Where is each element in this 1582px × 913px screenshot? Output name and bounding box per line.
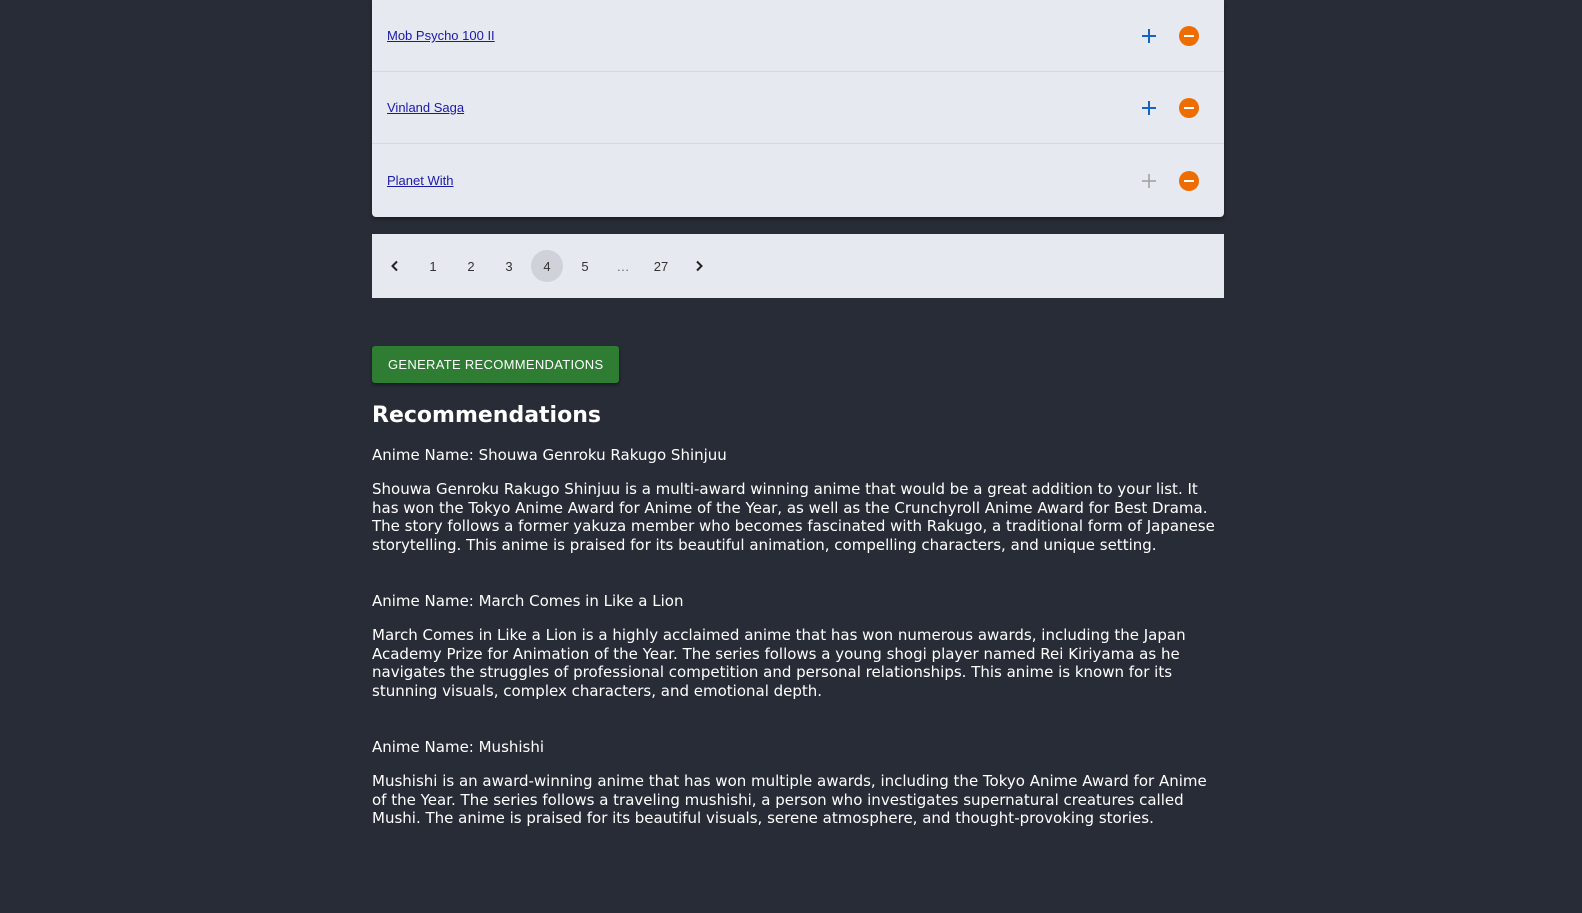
recommendation-name: Anime Name: Shouwa Genroku Rakugo Shinju… [372,446,727,464]
page-button[interactable]: 27 [645,250,677,282]
remove-button[interactable] [1169,16,1209,56]
minus-circle-icon [1179,97,1199,118]
remove-button[interactable] [1169,88,1209,128]
recommendation-name: Anime Name: Mushishi [372,738,545,756]
minus-circle-icon [1179,170,1199,191]
anime-list: Mob Psycho 100 II Vinland Saga Planet Wi… [372,0,1224,217]
chevron-left-icon [391,260,398,272]
plus-icon [1142,173,1156,188]
recommendation-item: Anime Name: March Comes in Like a Lion M… [372,592,1224,700]
list-item: Planet With [372,144,1224,217]
page-button[interactable]: 2 [455,250,487,282]
anime-link[interactable]: Mob Psycho 100 II [387,28,495,43]
recommendation-name: Anime Name: March Comes in Like a Lion [372,592,684,610]
prev-page-button[interactable] [379,250,411,282]
plus-icon [1142,28,1156,43]
chevron-right-icon [696,260,703,272]
anime-link[interactable]: Planet With [387,173,453,188]
recommendation-item: Anime Name: Mushishi Mushishi is an awar… [372,738,1224,828]
anime-link[interactable]: Vinland Saga [387,100,464,115]
next-page-button[interactable] [683,250,715,282]
add-button-disabled[interactable] [1129,161,1169,201]
recommendation-description: Mushishi is an award-winning anime that … [372,772,1207,827]
page-ellipsis: … [616,258,630,274]
add-button[interactable] [1129,16,1169,56]
pagination: 1 2 3 4 5 … 27 [372,234,1224,298]
remove-button[interactable] [1169,161,1209,201]
page-button-current[interactable]: 4 [531,250,563,282]
page-button[interactable]: 5 [569,250,601,282]
generate-recommendations-button[interactable]: GENERATE RECOMMENDATIONS [372,346,620,383]
recommendation-description: Shouwa Genroku Rakugo Shinjuu is a multi… [372,480,1215,554]
page-button[interactable]: 1 [417,250,449,282]
recommendation-description: March Comes in Like a Lion is a highly a… [372,626,1186,700]
recommendations-heading: Recommendations [372,403,601,428]
add-button[interactable] [1129,88,1169,128]
recommendation-item: Anime Name: Shouwa Genroku Rakugo Shinju… [372,446,1224,554]
list-item: Mob Psycho 100 II [372,0,1224,72]
plus-icon [1142,100,1156,115]
main-content: Mob Psycho 100 II Vinland Saga Planet Wi… [372,0,1224,866]
list-item: Vinland Saga [372,72,1224,144]
minus-circle-icon [1179,25,1199,46]
page-button[interactable]: 3 [493,250,525,282]
